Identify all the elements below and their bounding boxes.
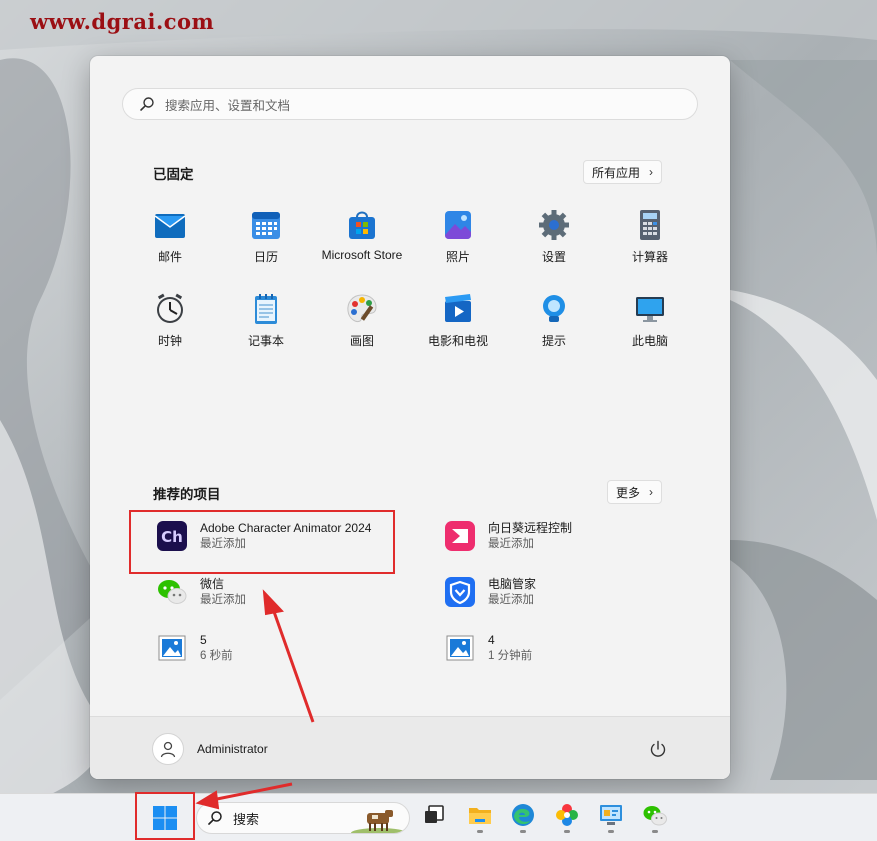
movies-icon xyxy=(445,294,471,322)
recommended-item-file-5[interactable]: 5 6 秒前 xyxy=(154,624,410,672)
edge-icon xyxy=(512,804,534,826)
app-label: 记事本 xyxy=(247,334,284,348)
user-name: Administrator xyxy=(197,742,268,756)
running-indicator xyxy=(520,830,526,833)
recommended-section-title: 推荐的项目 xyxy=(153,487,221,502)
highlight-box-start xyxy=(135,792,195,840)
all-apps-button[interactable]: 所有应用 › xyxy=(583,160,663,184)
recommended-item-title: 5 xyxy=(200,633,207,647)
highlight-box-recommended xyxy=(129,510,395,574)
taskbar: 搜索 xyxy=(0,793,877,841)
search-icon xyxy=(208,811,222,825)
calendar-icon xyxy=(252,212,280,239)
recommended-item-file-4[interactable]: 4 1 分钟前 xyxy=(442,624,698,672)
all-apps-label: 所有应用 xyxy=(592,165,641,180)
pinned-app-mail[interactable]: 邮件 xyxy=(122,200,218,276)
user-account-button[interactable]: Administrator xyxy=(152,733,268,765)
more-button[interactable]: 更多 › xyxy=(607,480,663,504)
pinned-app-calendar[interactable]: 日历 xyxy=(218,200,314,276)
app-label: Microsoft Store xyxy=(321,248,403,262)
app-label: 设置 xyxy=(541,250,566,264)
search-placeholder: 搜索应用、设置和文档 xyxy=(165,98,291,113)
task-view-icon xyxy=(425,805,444,823)
app-label: 此电脑 xyxy=(631,334,668,348)
pinned-app-tips[interactable]: 提示 xyxy=(506,284,602,360)
image-file-icon xyxy=(446,635,474,661)
app-label: 时钟 xyxy=(157,334,182,348)
recommended-item-title: 向日葵远程控制 xyxy=(488,521,573,535)
recommended-item-subtitle: 1 分钟前 xyxy=(488,650,533,662)
pinned-app-store[interactable]: Microsoft Store xyxy=(314,200,410,276)
this-pc-icon xyxy=(636,297,664,322)
recommended-item-subtitle: 最近添加 xyxy=(488,594,534,606)
power-icon[interactable] xyxy=(648,739,668,759)
app-label: 计算器 xyxy=(631,250,668,264)
app-label: 邮件 xyxy=(157,250,182,264)
pinned-app-this-pc[interactable]: 此电脑 xyxy=(602,284,698,360)
taskbar-wechat[interactable] xyxy=(641,802,669,834)
search-highlight-cow-icon xyxy=(351,810,407,833)
file-explorer-icon xyxy=(469,808,491,824)
running-indicator xyxy=(477,830,483,833)
app-label: 电影和电视 xyxy=(427,334,488,348)
avatar xyxy=(152,733,184,765)
clock-icon xyxy=(157,293,183,323)
pinned-app-movies[interactable]: 电影和电视 xyxy=(410,284,506,360)
recommended-item-sunlogin[interactable]: 向日葵远程控制 最近添加 xyxy=(442,512,698,560)
settings-icon xyxy=(539,210,569,240)
sunlogin-icon xyxy=(445,521,475,551)
store-icon xyxy=(349,211,375,239)
running-indicator xyxy=(608,830,614,833)
photo-app-icon xyxy=(556,804,578,826)
app-label: 提示 xyxy=(541,334,566,348)
recommended-item-pc-manager[interactable]: 电脑管家 最近添加 xyxy=(442,568,698,616)
search-icon xyxy=(140,97,154,111)
app-label: 日历 xyxy=(253,250,278,264)
pinned-app-settings[interactable]: 设置 xyxy=(506,200,602,276)
taskbar-control-panel[interactable] xyxy=(597,802,625,834)
pinned-section-title: 已固定 xyxy=(153,167,194,182)
pinned-app-notepad[interactable]: 记事本 xyxy=(218,284,314,360)
taskbar-edge[interactable] xyxy=(509,802,537,834)
wechat-icon xyxy=(158,580,187,604)
wechat-icon xyxy=(643,806,667,826)
control-panel-icon xyxy=(600,805,622,825)
user-icon xyxy=(160,741,176,758)
recommended-item-subtitle: 6 秒前 xyxy=(200,650,233,662)
recommended-item-subtitle: 最近添加 xyxy=(488,538,534,550)
recommended-item-title: 4 xyxy=(488,633,495,647)
notepad-icon xyxy=(255,294,277,324)
start-search-box[interactable]: 搜索应用、设置和文档 xyxy=(122,88,698,120)
mail-icon xyxy=(154,214,186,238)
pinned-app-clock[interactable]: 时钟 xyxy=(122,284,218,360)
start-menu: 搜索应用、设置和文档 已固定 所有应用 › 邮件 日历 Microsoft St… xyxy=(90,56,730,779)
taskbar-search-label: 搜索 xyxy=(233,811,260,827)
pinned-app-paint[interactable]: 画图 xyxy=(314,284,410,360)
taskbar-search-box[interactable]: 搜索 xyxy=(196,802,410,834)
running-indicator xyxy=(564,830,570,833)
taskbar-file-explorer[interactable] xyxy=(466,802,494,834)
more-label: 更多 xyxy=(616,485,641,500)
watermark-text: www.dgrai.com xyxy=(30,9,215,34)
tips-icon xyxy=(543,295,565,322)
chevron-right-icon: › xyxy=(649,165,654,179)
photos-icon xyxy=(445,211,471,239)
app-label: 照片 xyxy=(445,250,470,264)
app-label: 画图 xyxy=(349,334,374,348)
pc-manager-icon xyxy=(445,577,475,607)
taskbar-task-view[interactable] xyxy=(420,802,448,834)
recommended-item-title: 电脑管家 xyxy=(488,577,537,591)
taskbar-photo-app[interactable] xyxy=(553,802,581,834)
recommended-item-subtitle: 最近添加 xyxy=(200,594,246,606)
pinned-app-photos[interactable]: 照片 xyxy=(410,200,506,276)
calculator-icon xyxy=(640,210,660,240)
recommended-item-wechat[interactable]: 微信 最近添加 xyxy=(154,568,410,616)
recommended-item-title: 微信 xyxy=(200,577,225,591)
image-file-icon xyxy=(158,635,186,661)
paint-icon xyxy=(347,294,377,322)
running-indicator xyxy=(652,830,658,833)
pinned-app-calculator[interactable]: 计算器 xyxy=(602,200,698,276)
chevron-right-icon: › xyxy=(649,485,654,499)
start-menu-footer: Administrator xyxy=(90,716,730,779)
